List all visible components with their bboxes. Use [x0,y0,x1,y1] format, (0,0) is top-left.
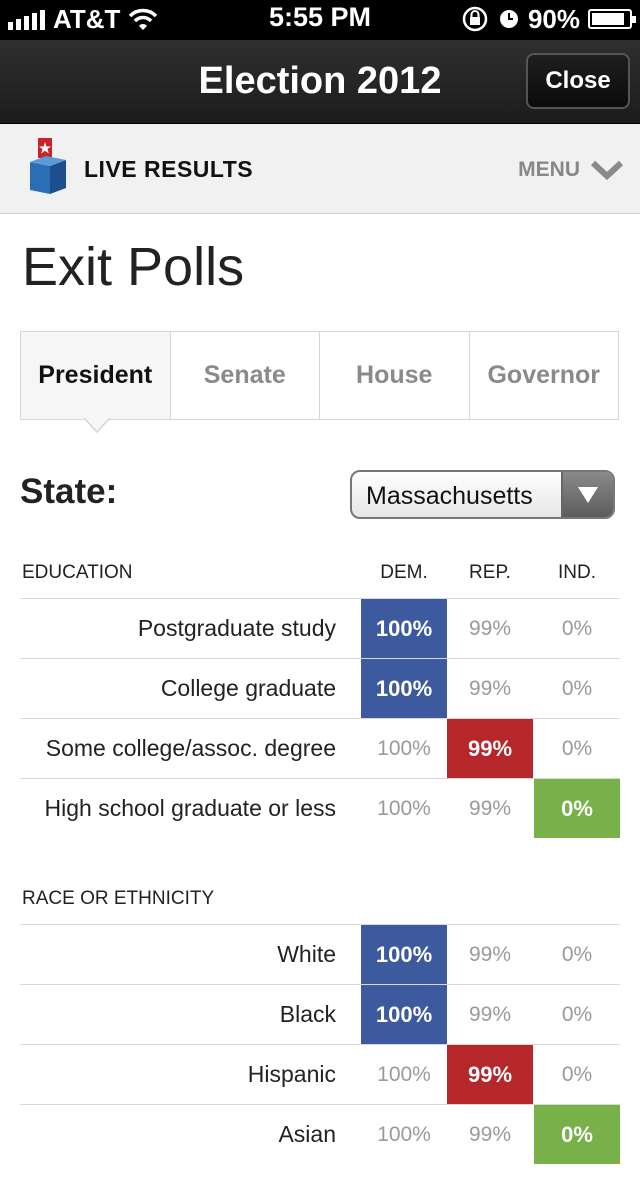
state-label: State: [20,472,118,511]
race-tabs: President Senate House Governor [20,331,619,420]
row-label: High school graduate or less [44,795,337,821]
ballot-box-icon[interactable] [28,136,68,194]
navigation-bar: Election 2012 Close [0,40,640,124]
table-row: Some college/assoc. degree 100% 99% 0% [20,718,620,778]
cell-dem: 100% [361,925,447,984]
cell-dem: 100% [361,599,447,658]
chevron-down-icon [590,160,624,181]
dropdown-arrow-icon [561,472,613,517]
cell-rep: 99% [468,1002,512,1026]
cell-dem: 100% [377,1122,431,1146]
table-row: Asian 100% 99% 0% [20,1104,620,1164]
cell-ind: 0% [561,1002,593,1026]
section-title: RACE OR ETHNICITY [22,888,215,909]
live-results-header: LIVE RESULTS MENU [0,124,640,214]
status-bar: AT&T 5:55 PM 90% [0,0,640,40]
column-header-rep: REP. [469,562,511,583]
results-section: RACE OR ETHNICITY White 100% 99% 0% Black 100%… [20,874,620,1164]
cell-rep: 99% [468,1122,512,1146]
state-select-value: Massachusetts [366,482,533,510]
cell-rep: 99% [447,719,533,778]
cell-dem: 100% [377,1062,431,1086]
tab-senate[interactable]: Senate [169,332,319,419]
column-header-ind: IND. [558,562,596,583]
table-row: College graduate 100% 99% 0% [20,658,620,718]
alarm-clock-icon [499,10,518,28]
column-header-dem: DEM. [380,562,428,583]
table-row: High school graduate or less 100% 99% 0% [20,778,620,838]
section-header: RACE OR ETHNICITY [20,874,620,924]
row-label: White [277,941,336,967]
row-label: Black [279,1001,336,1027]
cell-dem: 100% [377,796,431,820]
row-label: Asian [278,1121,336,1147]
table-row: Hispanic 100% 99% 0% [20,1044,620,1104]
tab-house[interactable]: House [319,332,469,419]
menu-button[interactable]: MENU [518,158,624,182]
row-label: Some college/assoc. degree [45,735,336,761]
cell-rep: 99% [468,942,512,966]
row-label: Postgraduate study [137,615,336,641]
tab-governor[interactable]: Governor [468,332,618,419]
cell-ind: 0% [561,676,593,700]
cell-rep: 99% [447,1045,533,1104]
cell-rep: 99% [468,676,512,700]
active-tab-pointer [84,418,110,434]
orientation-lock-icon [462,6,488,32]
battery-percentage: 90% [527,3,580,34]
cell-dem: 100% [377,736,431,760]
table-row: Black 100% 99% 0% [20,984,620,1044]
cell-dem: 100% [361,659,447,718]
menu-label: MENU [518,158,580,181]
cell-ind: 0% [534,779,620,838]
cell-dem: 100% [361,985,447,1044]
state-select[interactable]: Massachusetts [350,470,615,519]
section-header: EDUCATION DEM. REP. IND. [20,548,620,598]
results-section: EDUCATION DEM. REP. IND. Postgraduate study 1… [20,548,620,838]
tab-president[interactable]: President [21,332,170,419]
live-results-label[interactable]: LIVE RESULTS [84,156,253,183]
cell-rep: 99% [468,616,512,640]
table-row: Postgraduate study 100% 99% 0% [20,598,620,658]
battery-icon [588,9,636,29]
row-label: College graduate [160,675,336,701]
cell-rep: 99% [468,796,512,820]
page-title: Exit Polls [22,237,245,297]
table-row: White 100% 99% 0% [20,924,620,984]
cell-ind: 0% [534,1105,620,1164]
section-title: EDUCATION [22,562,133,583]
cell-ind: 0% [561,616,593,640]
row-label: Hispanic [247,1061,336,1087]
cell-ind: 0% [561,942,593,966]
close-button[interactable]: Close [526,53,630,109]
cell-ind: 0% [561,1062,593,1086]
cell-ind: 0% [561,736,593,760]
